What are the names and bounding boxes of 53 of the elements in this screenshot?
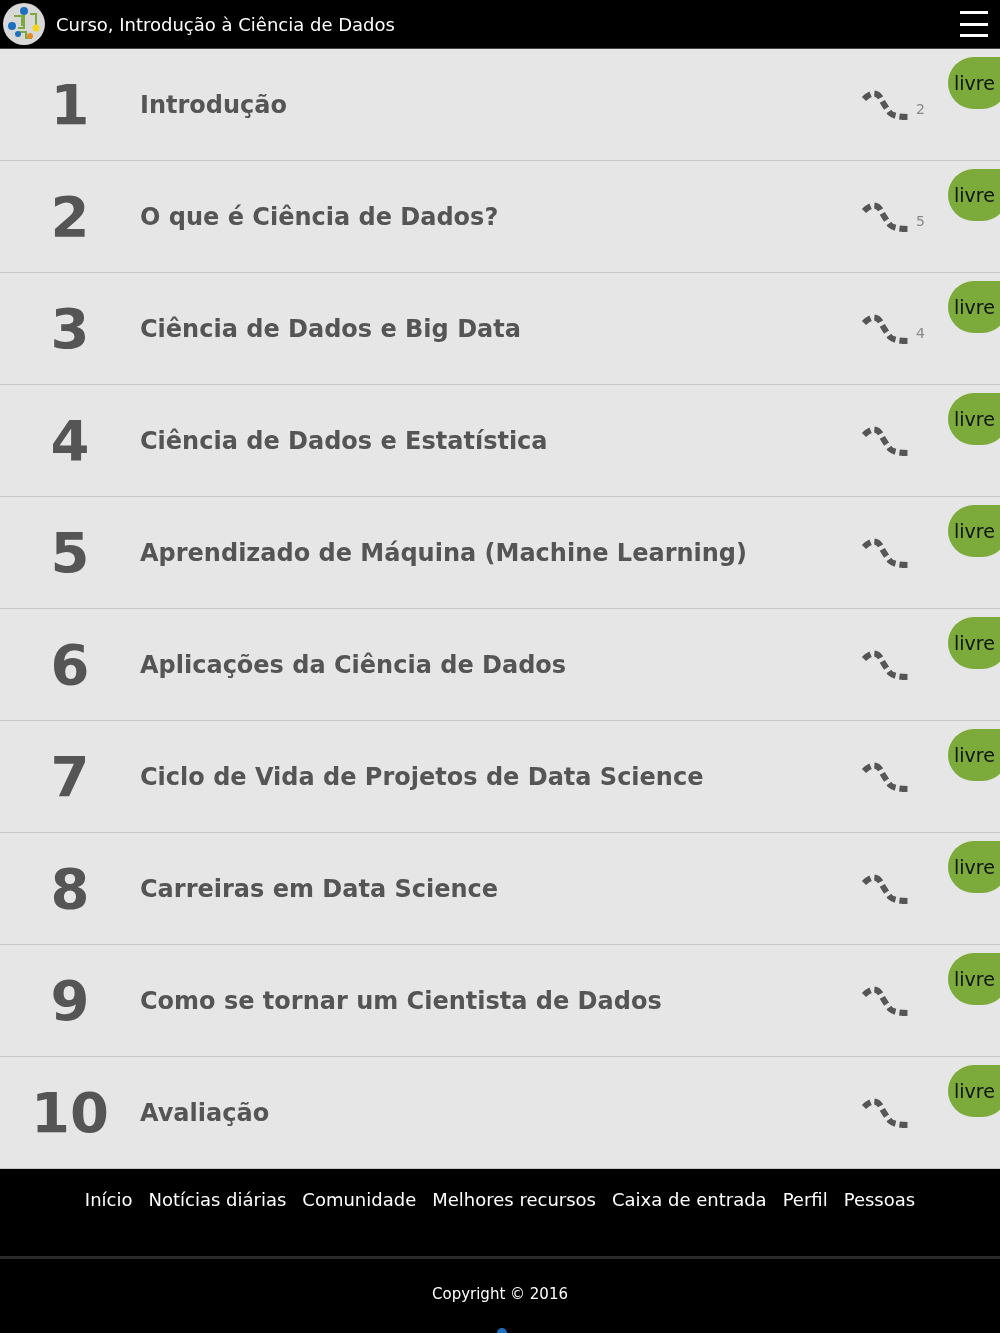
free-badge: livre — [948, 841, 1000, 893]
logo-icon[interactable] — [2, 2, 46, 46]
step-count: 2 — [916, 100, 925, 117]
lesson-number: 2 — [49, 184, 91, 249]
lesson-title[interactable]: Ciência de Dados e Big Data — [140, 314, 860, 343]
lesson-title[interactable]: Aplicações da Ciência de Dados — [140, 650, 860, 679]
footer-link[interactable]: Melhores recursos — [432, 1189, 596, 1213]
lesson-number: 1 — [49, 72, 91, 137]
course-title: Curso, Introdução à Ciência de Dados — [56, 13, 396, 35]
lesson-number: 3 — [49, 296, 91, 361]
lesson-row[interactable]: 2 O que é Ciência de Dados? 5 livre — [0, 161, 1000, 273]
free-badge: livre — [948, 617, 1000, 669]
lesson-title[interactable]: Como se tornar um Cientista de Dados — [140, 986, 860, 1015]
lesson-number: 4 — [49, 408, 91, 473]
footer-link[interactable]: Pessoas — [843, 1189, 916, 1213]
lesson-title[interactable]: Ciência de Dados e Estatística — [140, 426, 860, 455]
free-badge: livre — [948, 729, 1000, 781]
lesson-title[interactable]: Avaliação — [140, 1098, 860, 1127]
free-badge: livre — [948, 57, 1000, 109]
lesson-title[interactable]: Introdução — [140, 90, 860, 119]
lesson-row[interactable]: 3 Ciência de Dados e Big Data 4 livre — [0, 273, 1000, 385]
footer-link[interactable]: Início — [84, 1189, 133, 1213]
free-badge: livre — [948, 169, 1000, 221]
footer-link[interactable]: Notícias diárias — [148, 1189, 287, 1213]
step-count: 4 — [916, 324, 925, 341]
free-badge: livre — [948, 281, 1000, 333]
free-badge: livre — [948, 505, 1000, 557]
footer-link[interactable]: Caixa de entrada — [612, 1189, 767, 1213]
lesson-number: 7 — [49, 744, 91, 809]
lesson-row[interactable]: 1 Introdução 2 livre — [0, 49, 1000, 161]
lesson-title[interactable]: Carreiras em Data Science — [140, 874, 860, 903]
lesson-row[interactable]: 5 Aprendizado de Máquina (Machine Learning) livre — [0, 497, 1000, 609]
free-badge: livre — [948, 1065, 1000, 1117]
lesson-row[interactable]: 8 Carreiras em Data Science livre — [0, 833, 1000, 945]
footer-link[interactable]: Comunidade — [302, 1189, 417, 1213]
free-badge: livre — [948, 393, 1000, 445]
lesson-row[interactable]: 4 Ciência de Dados e Estatística livre — [0, 385, 1000, 497]
step-count: 5 — [916, 212, 925, 229]
lesson-number: 5 — [49, 520, 91, 585]
menu-icon[interactable] — [960, 11, 988, 37]
lesson-row[interactable]: 6 Aplicações da Ciência de Dados livre — [0, 609, 1000, 721]
lesson-number: 10 — [30, 1080, 110, 1145]
lesson-title[interactable]: Aprendizado de Máquina (Machine Learning) — [140, 538, 860, 567]
lesson-title[interactable]: O que é Ciência de Dados? — [140, 202, 860, 231]
lesson-title[interactable]: Ciclo de Vida de Projetos de Data Science — [140, 762, 860, 791]
lesson-row[interactable]: 9 Como se tornar um Cientista de Dados livre — [0, 945, 1000, 1057]
lesson-number: 9 — [49, 968, 91, 1033]
footer-link[interactable]: Perfil — [782, 1189, 828, 1213]
free-badge: livre — [948, 953, 1000, 1005]
lesson-number: 6 — [49, 632, 91, 697]
lesson-number: 8 — [49, 856, 91, 921]
lesson-row[interactable]: 7 Ciclo de Vida de Projetos de Data Science livre — [0, 721, 1000, 833]
copyright-text: Copyright © 2016 — [432, 1285, 568, 1303]
